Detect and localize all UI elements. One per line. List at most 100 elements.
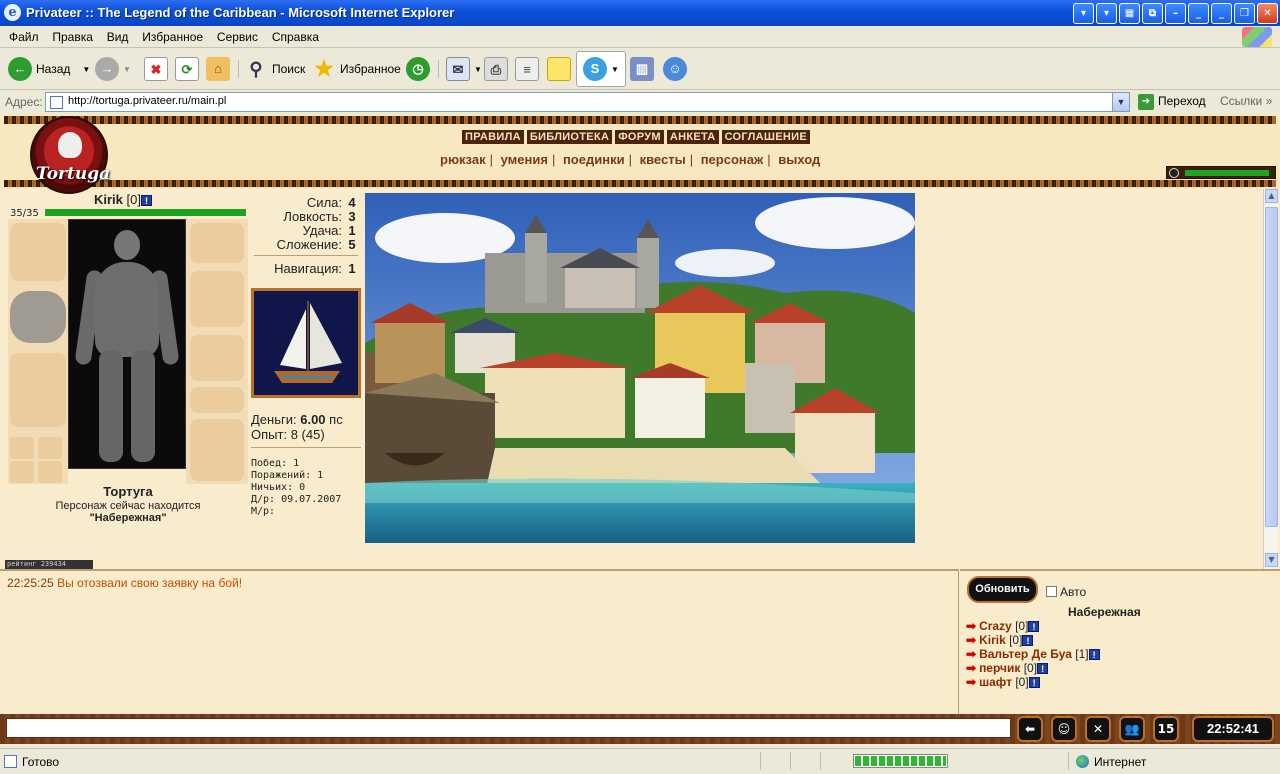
refresh-button[interactable]: ⟳ bbox=[175, 54, 203, 84]
icq-dropdown-icon[interactable]: ▼ bbox=[611, 65, 619, 74]
user-name[interactable]: Kirik bbox=[979, 633, 1006, 647]
user-name[interactable]: шафт bbox=[979, 675, 1012, 689]
favorites-button[interactable]: ★ Избранное bbox=[312, 54, 401, 84]
address-dropdown-icon[interactable]: ▼ bbox=[1112, 93, 1129, 111]
fights-count-button[interactable]: 15 bbox=[1153, 716, 1179, 742]
minimize-button[interactable]: _ bbox=[1188, 3, 1209, 24]
checkbox-icon[interactable] bbox=[1046, 586, 1057, 597]
mail-dropdown-icon[interactable]: ▼ bbox=[474, 65, 482, 74]
forward-dropdown-icon[interactable]: ▼ bbox=[123, 65, 131, 74]
private-arrow-icon[interactable]: ➡ bbox=[966, 633, 976, 647]
scroll-up-icon[interactable]: ▲ bbox=[1265, 189, 1278, 203]
ship-image[interactable] bbox=[251, 288, 361, 398]
forward-button[interactable]: → ▼ bbox=[95, 54, 131, 84]
nav-quests[interactable]: квесты bbox=[640, 152, 686, 167]
info-icon[interactable]: ! bbox=[1028, 621, 1040, 633]
users-icon[interactable]: 👥 bbox=[1119, 716, 1145, 742]
address-input[interactable]: http://tortuga.privateer.ru/main.pl ▼ bbox=[45, 92, 1130, 112]
scroll-down-icon[interactable]: ▼ bbox=[1265, 553, 1278, 567]
menu-file[interactable]: Файл bbox=[4, 26, 44, 44]
belt-slot-icon[interactable] bbox=[190, 387, 244, 413]
nav-skills[interactable]: умения bbox=[501, 152, 548, 167]
boots-slot-icon[interactable] bbox=[190, 419, 244, 481]
ring-slot-icon[interactable] bbox=[38, 437, 62, 459]
links-button[interactable]: Ссылки » bbox=[1220, 94, 1272, 108]
chat-text: Вы отозвали свою заявку на бой! bbox=[57, 576, 243, 590]
menu-view[interactable]: Вид bbox=[102, 26, 134, 44]
research-button[interactable]: ▥ bbox=[630, 54, 658, 84]
back-button[interactable]: ← Назад ▼ bbox=[8, 54, 90, 84]
close-button[interactable]: ✕ bbox=[1257, 3, 1278, 24]
main-scrollbar[interactable]: ▲ ▼ bbox=[1263, 189, 1278, 569]
private-arrow-icon[interactable]: ➡ bbox=[966, 661, 976, 675]
armor-slot-icon[interactable] bbox=[10, 353, 66, 427]
location-scene[interactable] bbox=[365, 193, 915, 543]
home-button[interactable]: ⌂ bbox=[206, 54, 234, 84]
pistol-slot-icon[interactable] bbox=[190, 271, 244, 327]
info-icon[interactable]: ! bbox=[1028, 677, 1040, 689]
auto-checkbox[interactable]: Авто bbox=[1046, 585, 1086, 599]
info-icon[interactable]: ! bbox=[141, 195, 152, 207]
tortuga-logo[interactable]: Tortuga bbox=[30, 116, 110, 194]
print-button[interactable]: ⎙ bbox=[484, 54, 512, 84]
search-button[interactable]: ⚲ Поиск bbox=[244, 54, 305, 84]
info-icon[interactable]: ! bbox=[1022, 635, 1034, 647]
icq-button[interactable]: S ▼ bbox=[576, 51, 626, 87]
info-icon[interactable]: ! bbox=[1037, 663, 1049, 675]
history-button[interactable]: ◷ bbox=[406, 54, 434, 84]
menu-help[interactable]: Справка bbox=[267, 26, 324, 44]
chat-input[interactable] bbox=[6, 718, 1011, 738]
minimize-small-icon[interactable]: – bbox=[1165, 3, 1186, 24]
user-name[interactable]: перчик bbox=[979, 661, 1020, 675]
restore-small-icon[interactable]: ⧉ bbox=[1142, 3, 1163, 24]
nav-duels[interactable]: поединки bbox=[563, 152, 625, 167]
nav-profile[interactable]: АНКЕТА bbox=[666, 130, 719, 144]
nav-library[interactable]: БИБЛИОТЕКА bbox=[526, 130, 613, 144]
private-arrow-icon[interactable]: ➡ bbox=[966, 675, 976, 689]
nav-agreement[interactable]: СОГЛАШЕНИЕ bbox=[721, 130, 810, 144]
head bbox=[114, 230, 140, 260]
edit-button[interactable]: ≡ bbox=[515, 54, 543, 84]
character-name: Kirik [0]! bbox=[94, 192, 152, 207]
menu-tools[interactable]: Сервис bbox=[212, 26, 263, 44]
stop-button[interactable]: ✖ bbox=[144, 54, 172, 84]
menu-edit[interactable]: Правка bbox=[47, 26, 98, 44]
note-icon bbox=[547, 57, 571, 81]
mail-button[interactable]: ✉ ▼ bbox=[446, 54, 482, 84]
ring-slot-icon[interactable] bbox=[38, 461, 62, 483]
rating-counter[interactable]: рейтинг 239434 bbox=[5, 560, 93, 569]
private-arrow-icon[interactable]: ➡ bbox=[966, 647, 976, 661]
menu-favorites[interactable]: Избранное bbox=[137, 26, 208, 44]
brass-knuckles-icon[interactable] bbox=[10, 291, 66, 343]
gloves-slot-icon[interactable] bbox=[190, 223, 244, 263]
user-name[interactable]: Вальтер Де Буа bbox=[979, 647, 1072, 661]
menu-icon[interactable]: ▾ bbox=[1073, 3, 1094, 24]
go-button[interactable]: ➔ Переход bbox=[1138, 94, 1206, 110]
ring-slot-icon[interactable] bbox=[10, 461, 34, 483]
back-arrow-button[interactable]: ⬅ bbox=[1017, 716, 1043, 742]
minimize-alt-button[interactable]: _ bbox=[1211, 3, 1232, 24]
ring-slot-icon[interactable] bbox=[10, 437, 34, 459]
char-name-text[interactable]: Kirik bbox=[94, 192, 123, 207]
maximize-button[interactable]: ❐ bbox=[1234, 3, 1255, 24]
bracers-slot-icon[interactable] bbox=[190, 335, 244, 381]
grid-icon[interactable]: ▦ bbox=[1119, 3, 1140, 24]
smiley-button[interactable]: ☺ bbox=[1051, 716, 1077, 742]
back-dropdown-icon[interactable]: ▼ bbox=[82, 65, 90, 74]
dropdown-icon[interactable]: ▾ bbox=[1096, 3, 1117, 24]
private-arrow-icon[interactable]: ➡ bbox=[966, 619, 976, 633]
nav-character[interactable]: персонаж bbox=[701, 152, 764, 167]
clear-chat-button[interactable]: ✕ bbox=[1085, 716, 1111, 742]
helmet-slot-icon[interactable] bbox=[10, 223, 66, 281]
info-icon[interactable]: ! bbox=[1088, 649, 1100, 661]
nav-forum[interactable]: ФОРУМ bbox=[615, 130, 664, 144]
nav-backpack[interactable]: рюкзак bbox=[440, 152, 486, 167]
refresh-button[interactable]: Обновить bbox=[967, 576, 1038, 603]
messenger-button[interactable]: ☺ bbox=[663, 54, 691, 84]
nav-rules[interactable]: ПРАВИЛА bbox=[462, 130, 524, 144]
game-clock: 22:52:41 bbox=[1192, 716, 1274, 742]
nav-exit[interactable]: выход bbox=[778, 152, 820, 167]
user-name[interactable]: Crazy bbox=[979, 619, 1012, 633]
scroll-thumb[interactable] bbox=[1265, 207, 1278, 527]
notes-button[interactable] bbox=[547, 54, 575, 84]
